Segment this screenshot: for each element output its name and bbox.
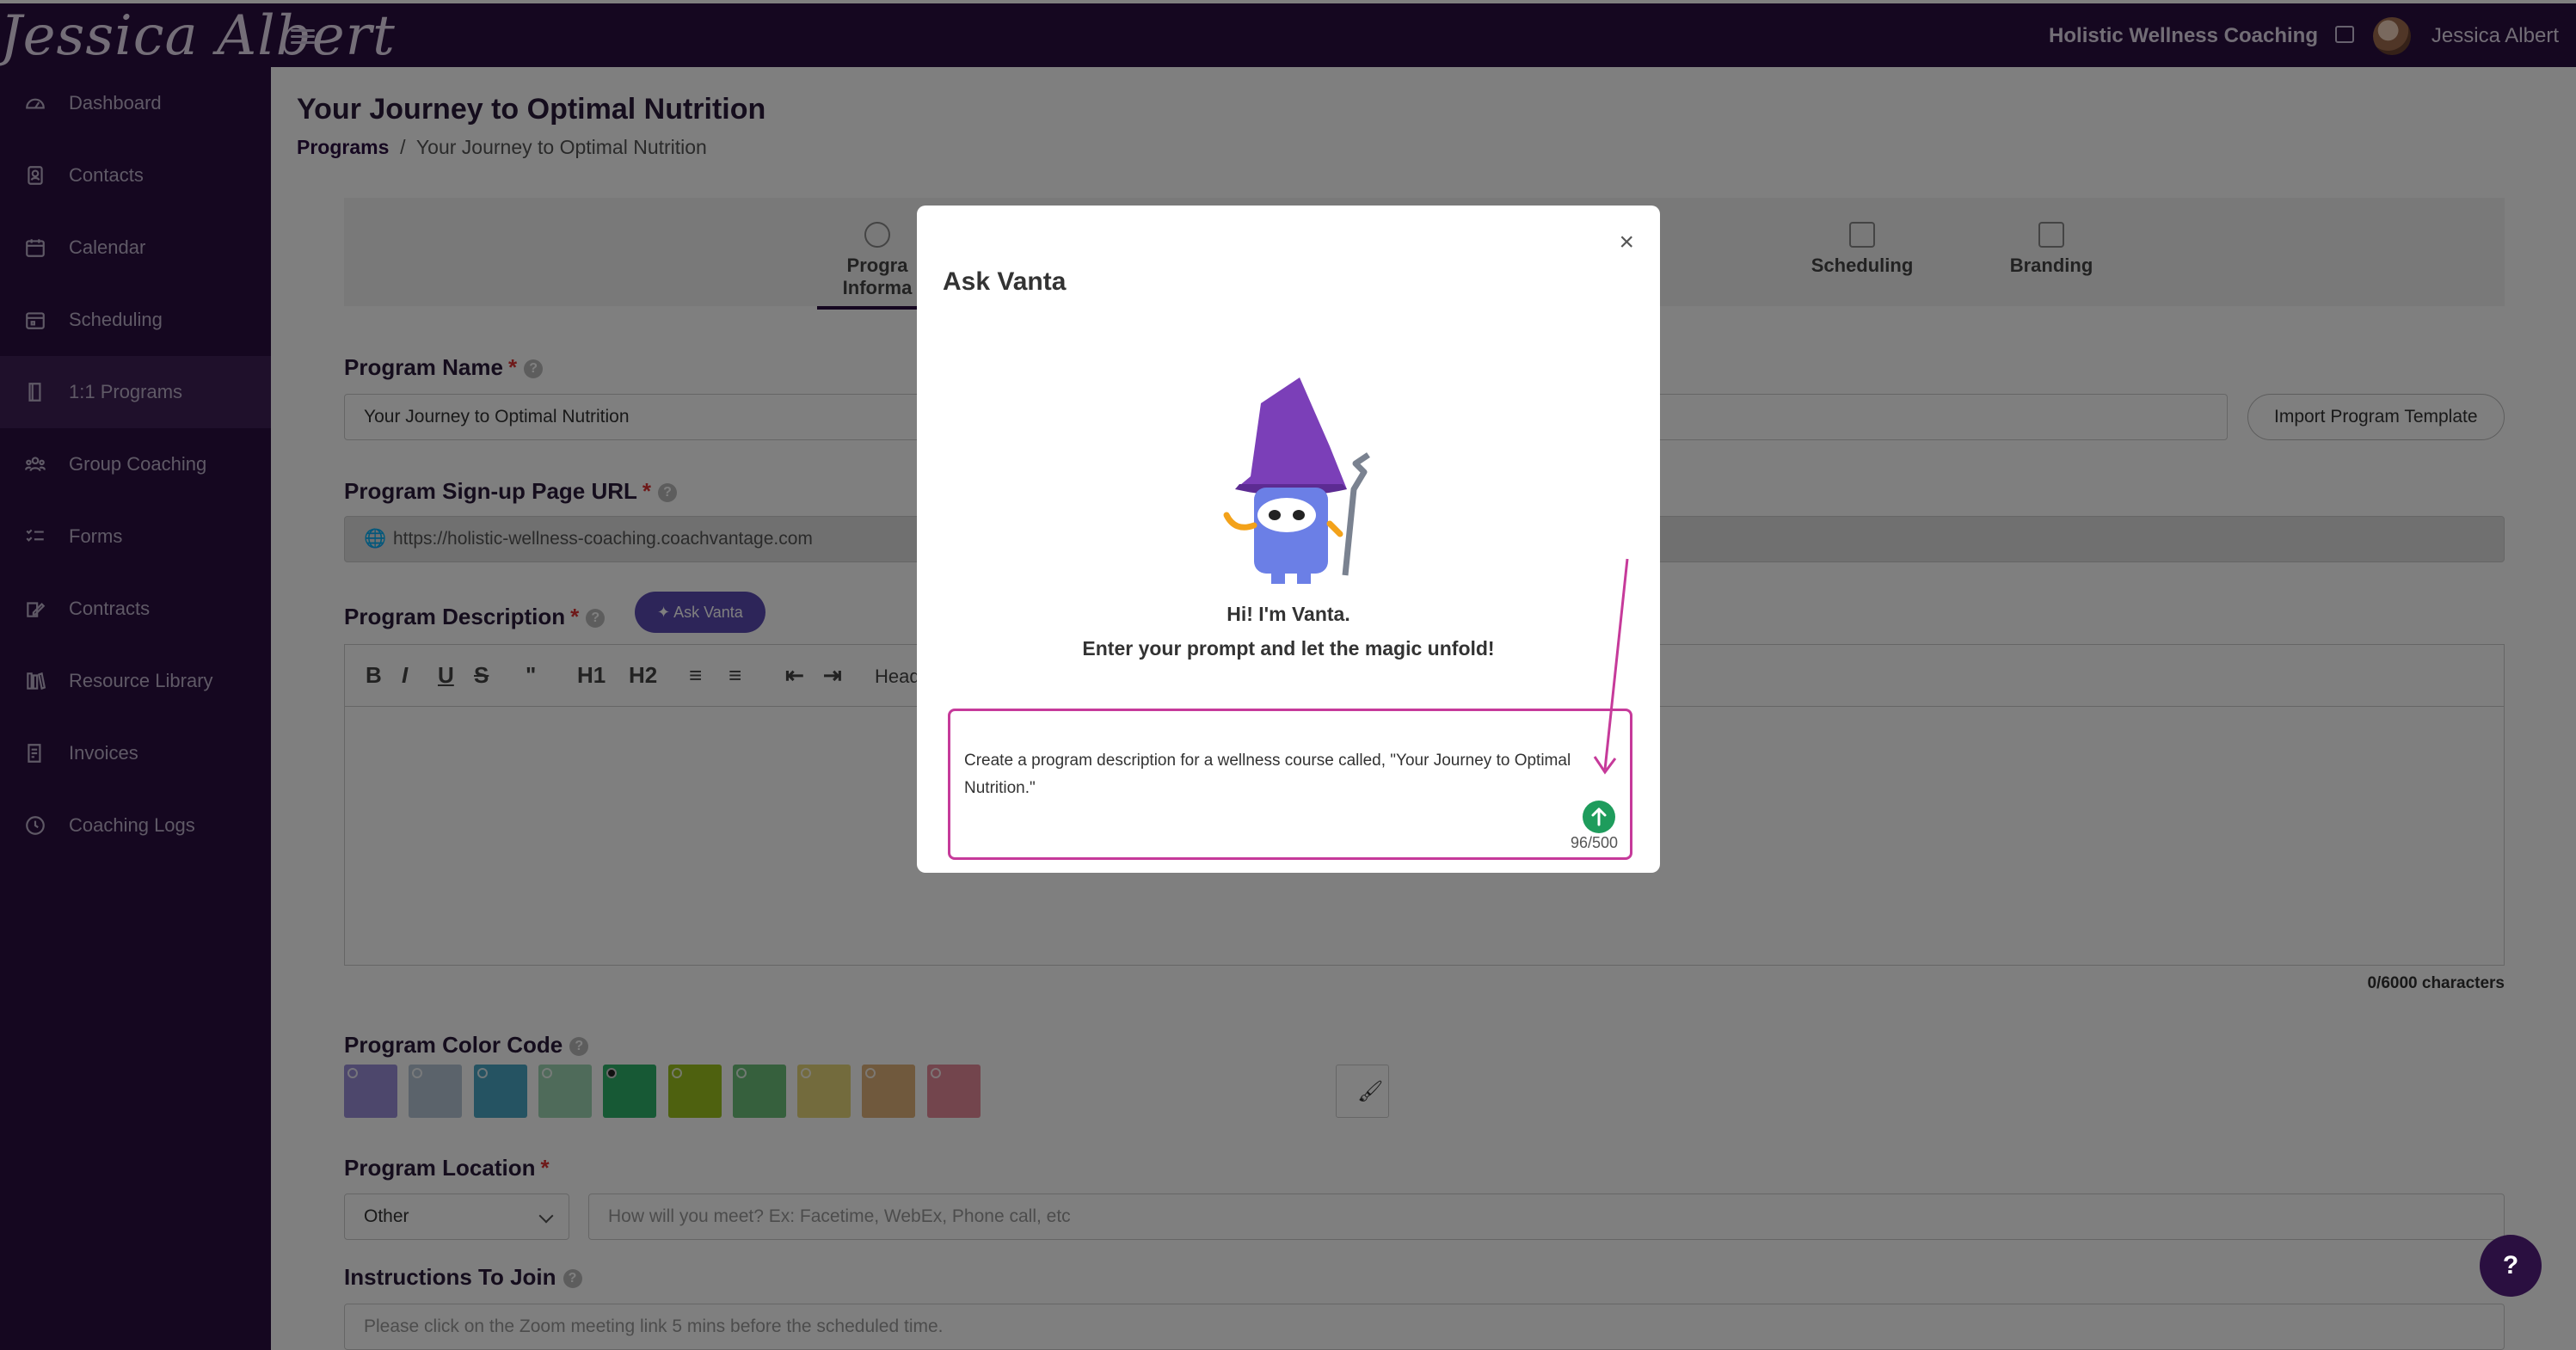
vanta-wizard-illustration — [1223, 377, 1370, 584]
vanta-greeting: Hi! I'm Vanta. — [1227, 603, 1350, 625]
help-button[interactable]: ? — [2480, 1235, 2542, 1297]
prompt-textarea[interactable]: Create a program description for a welln… — [948, 709, 1632, 860]
vanta-subtitle: Enter your prompt and let the magic unfo… — [1082, 637, 1495, 660]
close-icon[interactable]: × — [1619, 228, 1634, 257]
prompt-text: Create a program description for a welln… — [964, 752, 1571, 797]
send-button[interactable] — [1583, 801, 1615, 833]
arrow-up-icon — [1591, 807, 1607, 826]
prompt-char-count: 96/500 — [1570, 834, 1618, 851]
ask-vanta-modal: × Ask Vanta Hi! I'm Vanta. Enter your pr… — [917, 206, 1660, 873]
modal-title: Ask Vanta — [943, 267, 1067, 296]
